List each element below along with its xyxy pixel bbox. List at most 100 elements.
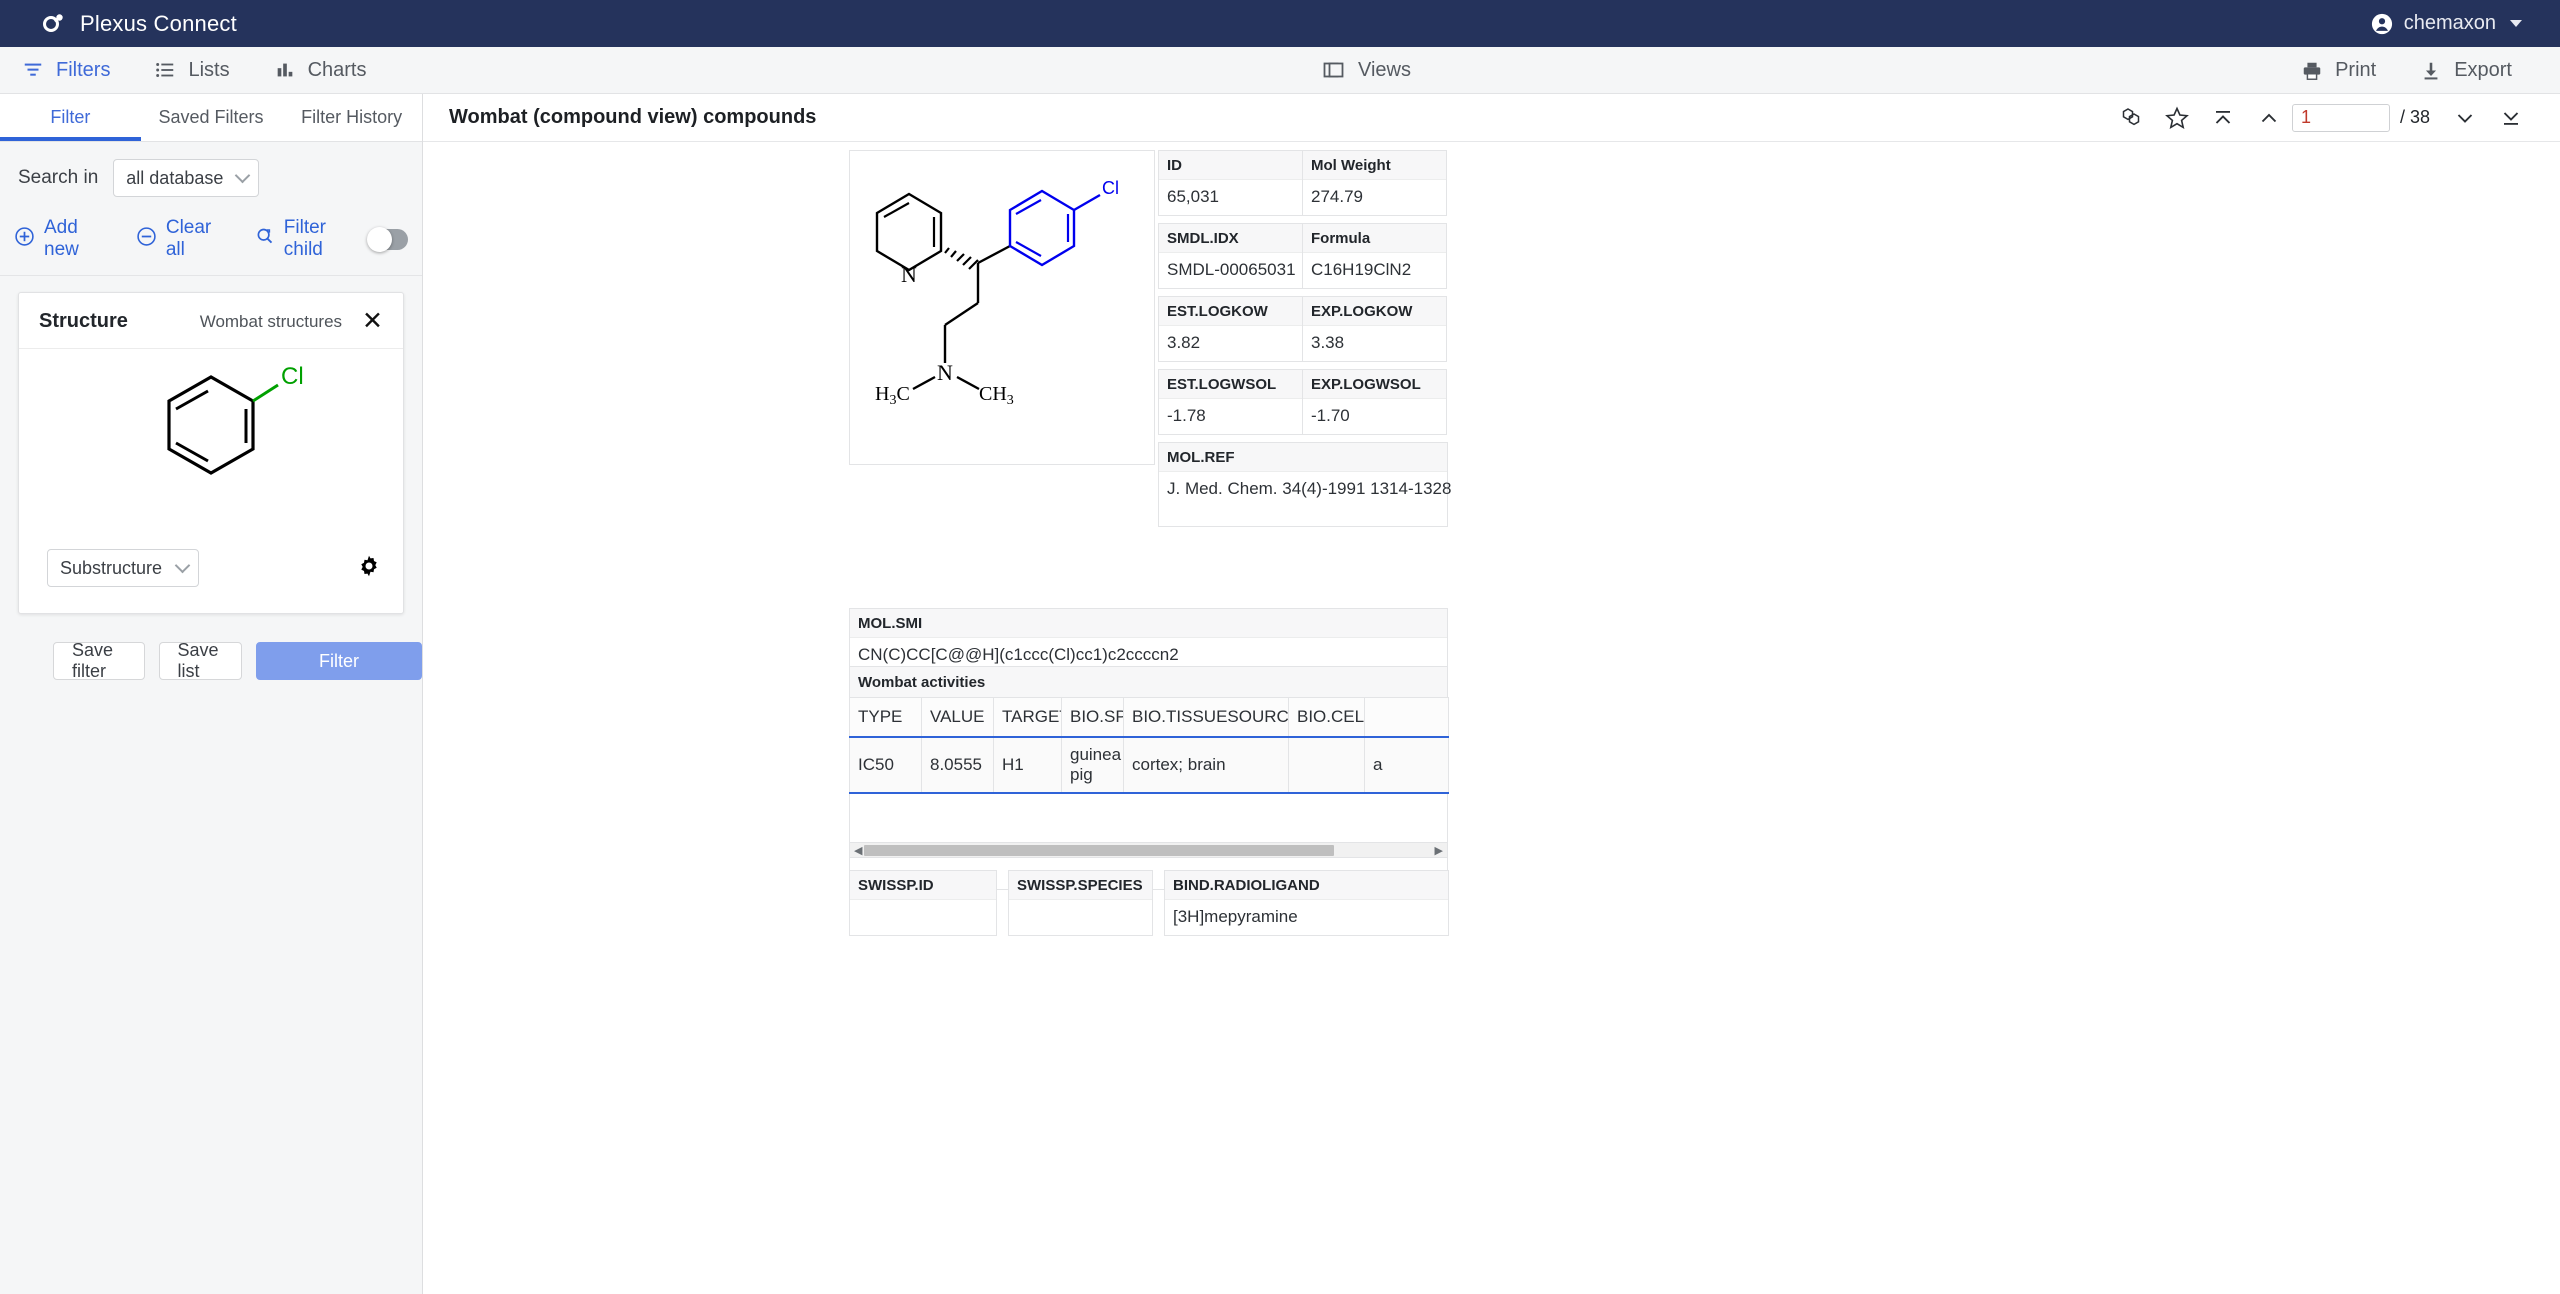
structure-card-header: Structure Wombat structures ✕: [19, 293, 403, 349]
filter-child-toggle[interactable]: [367, 226, 408, 252]
user-name: chemaxon: [2403, 12, 2496, 34]
tab-filter-history-label: Filter History: [301, 107, 403, 127]
column-header-bio-cell[interactable]: BIO.CELL: [1288, 697, 1365, 738]
toolbar-item-charts[interactable]: Charts: [252, 47, 389, 94]
last-page-icon[interactable]: [2488, 98, 2534, 138]
column-header-overflow[interactable]: [1364, 697, 1449, 738]
clear-all-button[interactable]: Clear all: [136, 217, 242, 261]
toolbar-item-export-label: Export: [2454, 59, 2512, 81]
field-formula-value: C16H19ClN2: [1311, 260, 1412, 279]
field-swissp-id-value: [850, 900, 996, 932]
field-mol-smi: MOL.SMI CN(C)CC[C@@H](c1ccc(Cl)cc1)c2ccc…: [849, 608, 1448, 674]
fields-row-group: SMDL.IDX SMDL-00065031 Formula C16H19ClN…: [1158, 223, 1448, 289]
toolbar-item-lists[interactable]: Lists: [132, 47, 251, 94]
tab-filter-history[interactable]: Filter History: [281, 94, 422, 141]
next-page-icon[interactable]: [2442, 98, 2488, 138]
table-row[interactable]: IC50 8.0555 H1 guinea pig cortex; brain …: [849, 736, 1449, 794]
first-page-icon[interactable]: [2200, 98, 2246, 138]
filter-buttons-row: Save filter Save list Filter: [0, 614, 422, 681]
field-formula-label: Formula: [1303, 224, 1446, 253]
search-refresh-icon: [254, 226, 275, 253]
column-header-bio-tissuesource[interactable]: BIO.TISSUESOURCE: [1123, 697, 1289, 738]
field-formula: Formula C16H19ClN2: [1302, 223, 1447, 289]
toolbar-center-group: Views: [1300, 47, 1433, 94]
field-est-logwsol-value: -1.78: [1167, 406, 1206, 425]
cl-label: Cl: [281, 363, 304, 390]
field-bind-radioligand: BIND.RADIOLIGAND [3H]mepyramine: [1164, 870, 1449, 936]
cell-bio-tissuesource: cortex; brain: [1123, 736, 1289, 794]
star-icon[interactable]: [2154, 98, 2200, 138]
column-header-bio-specie[interactable]: BIO.SPECIE: [1061, 697, 1124, 738]
field-est-logwsol-label: EST.LOGWSOL: [1159, 370, 1302, 399]
scroll-right-arrow-icon[interactable]: ▶: [1431, 844, 1447, 857]
field-swissp-id-label: SWISSP.ID: [850, 871, 996, 900]
tab-filter[interactable]: Filter: [0, 94, 141, 141]
column-header-target-na[interactable]: TARGET.NA: [993, 697, 1062, 738]
field-mol-ref: MOL.REF J. Med. Chem. 34(4)-1991 1314-13…: [1158, 442, 1451, 527]
views-copy-icon: [1322, 59, 1346, 83]
field-bind-radioligand-value: [3H]mepyramine: [1173, 907, 1298, 926]
add-new-button[interactable]: Add new: [14, 217, 124, 261]
compound-detail-header: Wombat (compound view) compounds 1 / 38: [423, 94, 2560, 142]
pyridine-n-label: N: [901, 262, 917, 287]
clear-all-label: Clear all: [165, 217, 212, 260]
field-swissp-species-value: [1009, 900, 1152, 932]
page-title: Wombat (compound view) compounds: [449, 106, 817, 128]
bar-chart-icon: [274, 59, 296, 81]
fields-row-group: MOL.REF J. Med. Chem. 34(4)-1991 1314-13…: [1158, 442, 1451, 527]
brand: Plexus Connect: [40, 11, 237, 37]
body-wrapper: Filter Saved Filters Filter History Sear…: [0, 94, 2560, 1294]
filter-icon: [22, 59, 44, 81]
structure-card-header-right: Wombat structures ✕: [200, 309, 383, 334]
structure-card-footer: Substructure: [19, 539, 403, 613]
search-mode-value: Substructure: [60, 557, 163, 578]
search-in-select[interactable]: all database: [113, 159, 260, 197]
user-menu[interactable]: chemaxon: [2371, 0, 2522, 47]
toolbar-item-lists-label: Lists: [188, 58, 230, 81]
toolbar-item-filters-label: Filters: [56, 58, 111, 81]
cell-target-na: H1: [993, 736, 1062, 794]
field-id: ID 65,031: [1158, 150, 1303, 216]
previous-page-icon[interactable]: [2246, 98, 2292, 138]
field-swissp-species: SWISSP.SPECIES: [1008, 870, 1153, 936]
compound-structure-image[interactable]: N Cl N H3C CH3: [849, 150, 1155, 465]
secondary-toolbar: Filters Lists Charts Views Print Export: [0, 47, 2560, 94]
scrollbar-thumb[interactable]: [864, 845, 1334, 856]
field-mol-weight-label: Mol Weight: [1303, 151, 1446, 180]
toolbar-right-group: Print Export: [2279, 47, 2534, 94]
filter-child-button[interactable]: Filter child: [254, 217, 361, 261]
molecule-cluster-icon[interactable]: [2108, 98, 2154, 138]
save-filter-button[interactable]: Save filter: [53, 640, 145, 681]
column-header-type[interactable]: TYPE: [849, 697, 922, 738]
toolbar-item-views[interactable]: Views: [1300, 47, 1433, 94]
amine-n-label: N: [937, 360, 953, 385]
field-id-label: ID: [1159, 151, 1302, 180]
wombat-activities-table: TYPE VALUE TARGET.NA BIO.SPECIE BIO.TISS…: [849, 697, 1449, 794]
tab-saved-filters[interactable]: Saved Filters: [141, 94, 282, 141]
filter-button[interactable]: Filter: [256, 642, 422, 680]
gear-icon[interactable]: [357, 554, 381, 583]
download-icon: [2420, 60, 2442, 82]
search-mode-select[interactable]: Substructure: [47, 549, 199, 587]
field-exp-logkow: EXP.LOGKOW 3.38: [1302, 296, 1447, 362]
cell-bio-cell: [1288, 736, 1365, 794]
page-number-input[interactable]: [2291, 103, 2390, 132]
brand-title: Plexus Connect: [80, 10, 237, 36]
field-exp-logkow-value: 3.38: [1311, 333, 1345, 352]
field-exp-logkow-label: EXP.LOGKOW: [1303, 297, 1446, 326]
toolbar-item-export[interactable]: Export: [2398, 47, 2534, 94]
save-list-button[interactable]: Save list: [158, 640, 242, 681]
toolbar-item-filters[interactable]: Filters: [0, 47, 132, 94]
toolbar-item-print-label: Print: [2335, 59, 2377, 81]
top-app-bar: Plexus Connect chemaxon: [0, 0, 2560, 47]
fields-row-group: EST.LOGKOW 3.82 EXP.LOGKOW 3.38: [1158, 296, 1448, 362]
filter-child-label: Filter child: [283, 217, 327, 260]
structure-sketch-canvas[interactable]: Cl: [19, 349, 403, 539]
close-icon[interactable]: ✕: [362, 309, 383, 334]
column-header-value[interactable]: VALUE: [921, 697, 994, 738]
toolbar-item-print[interactable]: Print: [2279, 47, 2398, 94]
activities-horizontal-scrollbar[interactable]: ◀ ▶: [849, 842, 1448, 858]
tab-filter-label: Filter: [50, 107, 91, 127]
structure-card-subtitle: Wombat structures: [199, 311, 343, 331]
field-smdl-idx: SMDL.IDX SMDL-00065031: [1158, 223, 1303, 289]
